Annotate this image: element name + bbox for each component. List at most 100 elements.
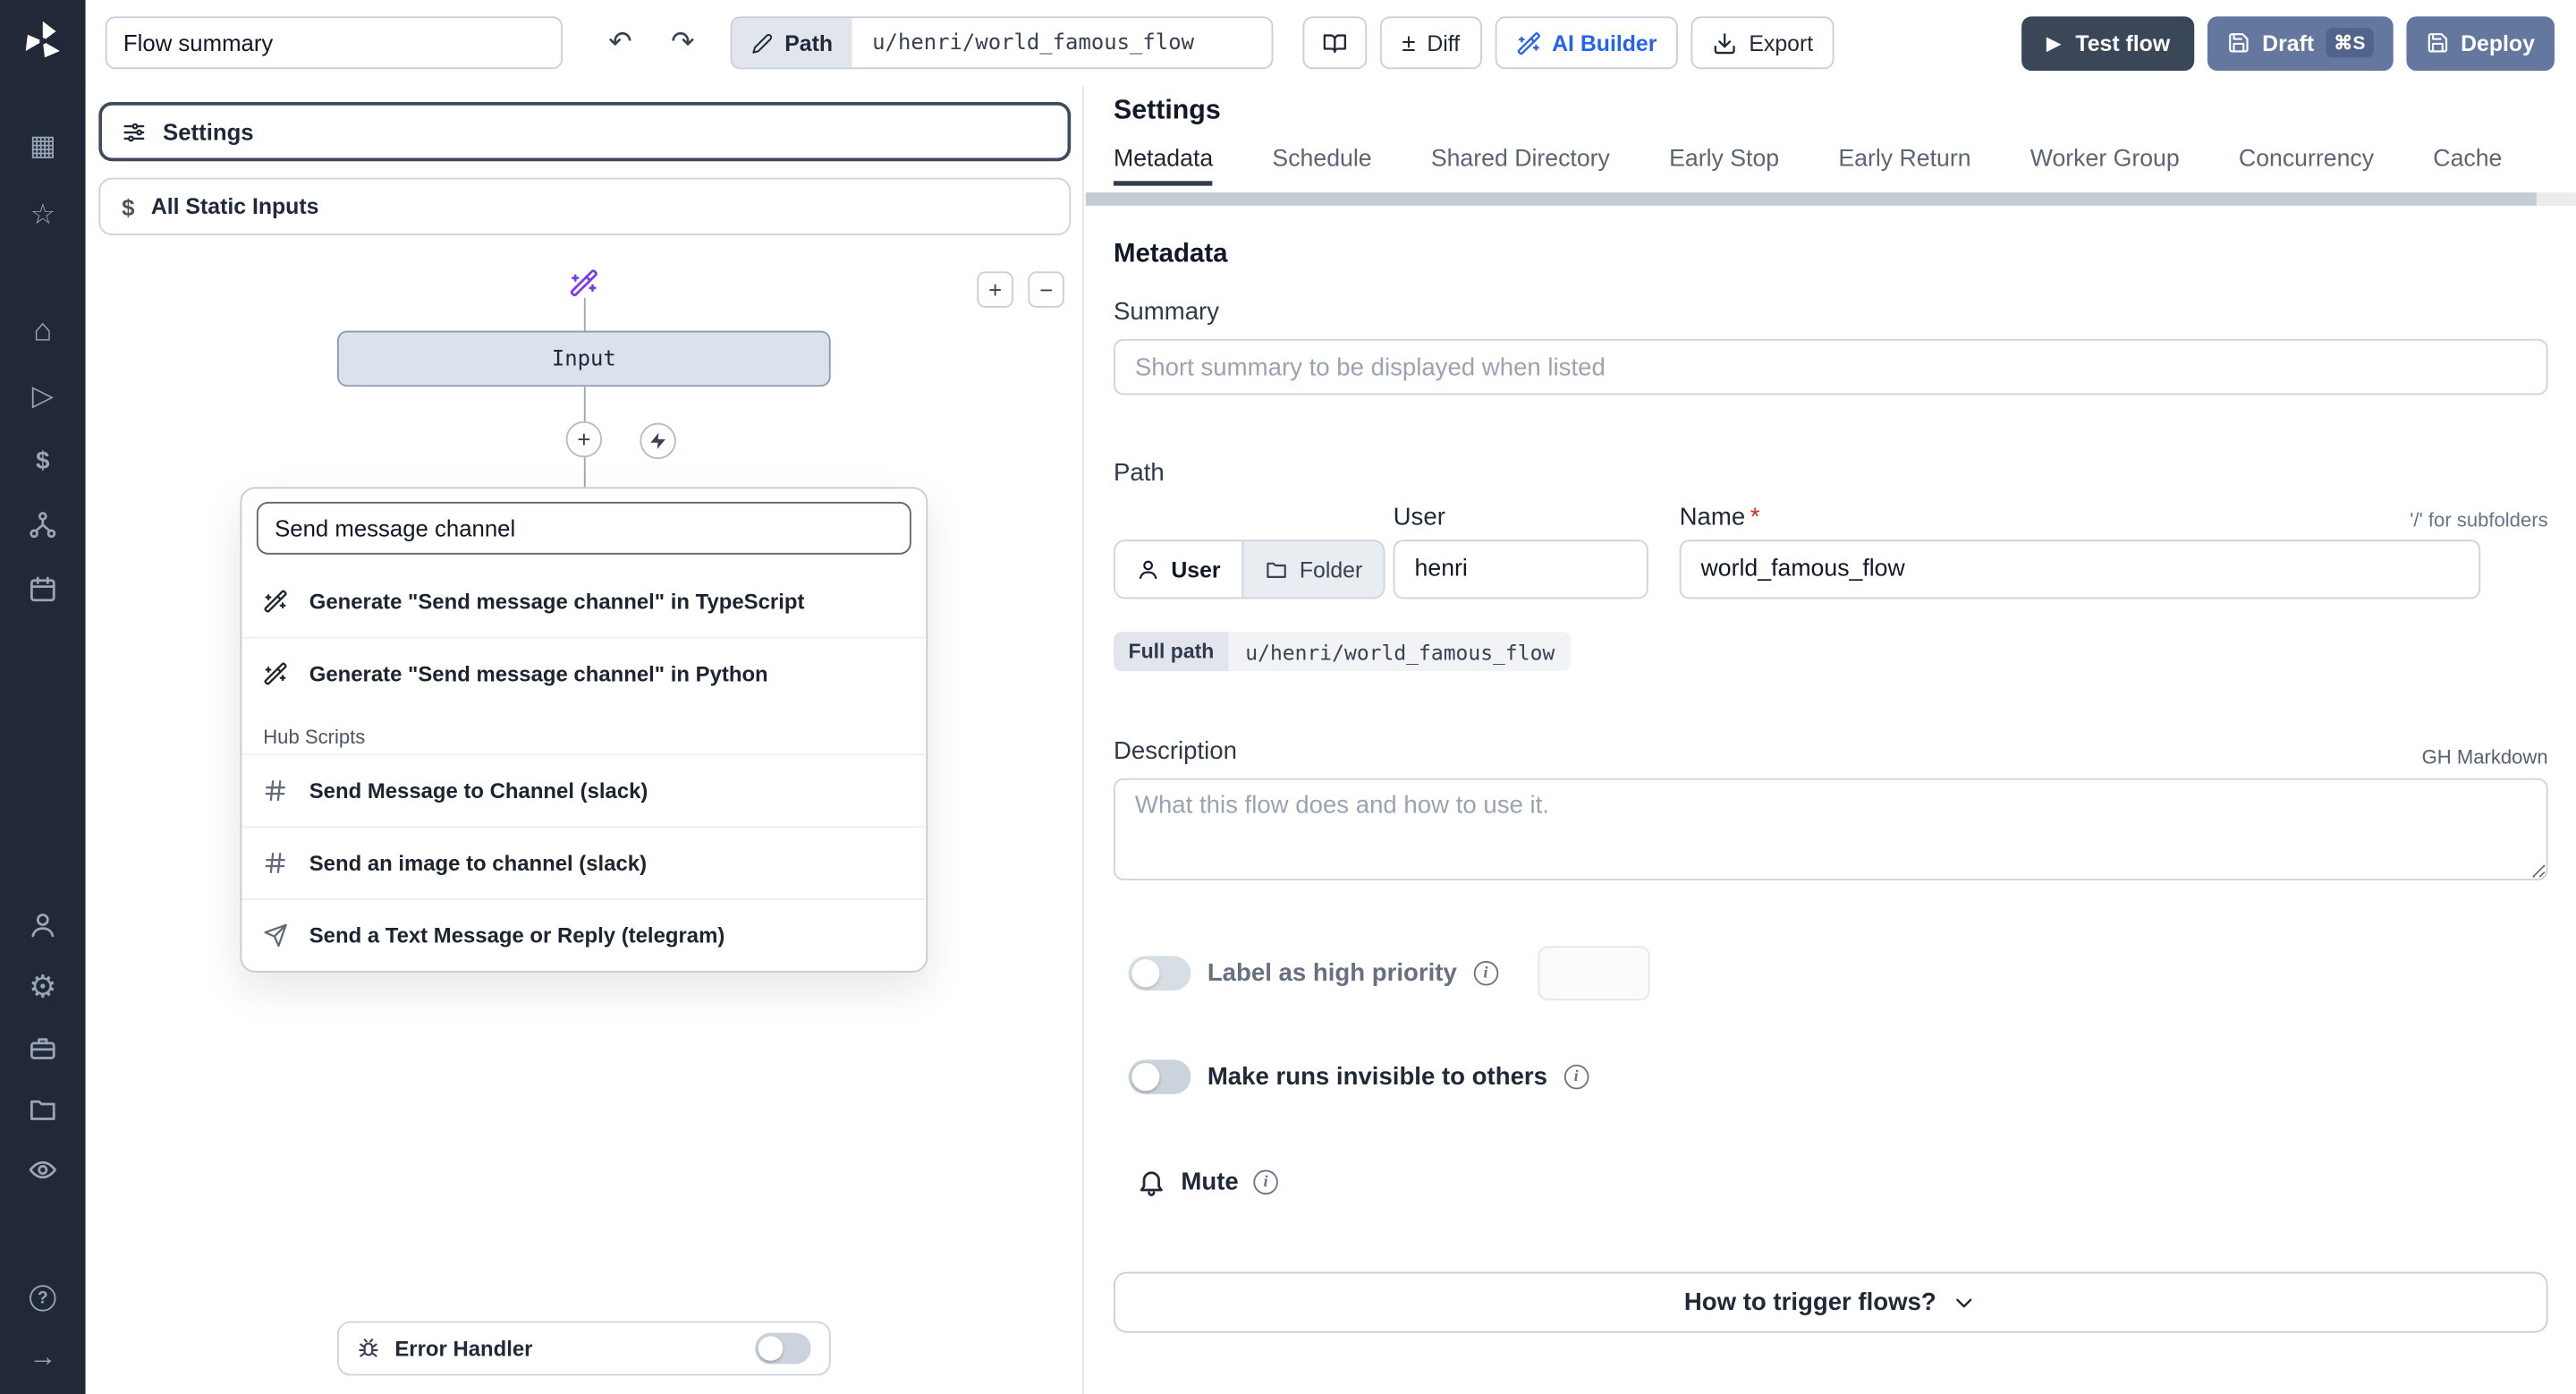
sidebar-item-runs[interactable]: ▷ [0, 377, 86, 416]
sidebar-item-workers[interactable] [0, 1028, 86, 1067]
tab-worker-group[interactable]: Worker Group [2030, 147, 2180, 186]
windmill-flow-editor: ▦ ☆ ⌂ ▷ $ ⚙ ? → ↶ ↷ [0, 0, 2576, 1394]
flow-settings-node[interactable]: Settings [98, 102, 1072, 162]
metadata-heading: Metadata [1114, 240, 1228, 268]
ai-builder-label: AI Builder [1552, 30, 1657, 55]
picker-option-label: Send a Text Message or Reply (telegram) [309, 922, 725, 948]
sidebar-item-folders[interactable] [0, 1089, 86, 1128]
sidebar-item-resources[interactable] [0, 506, 86, 545]
mute-row: Mute i [1137, 1167, 1278, 1196]
owner-kind-toggle: User Folder [1114, 540, 1385, 599]
tab-early-return[interactable]: Early Return [1838, 147, 1970, 186]
tab-schedule[interactable]: Schedule [1272, 147, 1371, 186]
draft-button[interactable]: Draft ⌘S [2207, 15, 2394, 71]
how-to-trigger-flows-button[interactable]: How to trigger flows? [1114, 1271, 2548, 1333]
tab-concurrency[interactable]: Concurrency [2239, 147, 2374, 186]
sidebar-item-favorites[interactable]: ☆ [0, 196, 86, 235]
windmill-logo-icon[interactable] [0, 16, 86, 62]
zoom-out-button[interactable]: − [1028, 271, 1064, 308]
docs-button[interactable] [1302, 16, 1368, 70]
add-trigger-button[interactable] [640, 422, 676, 460]
user-input[interactable] [1393, 540, 1648, 599]
tab-cache[interactable]: Cache [2433, 147, 2502, 186]
deploy-label: Deploy [2461, 30, 2535, 55]
user-column-label: User [1393, 503, 1445, 531]
person-icon [31, 914, 55, 938]
markdown-hint: GH Markdown [2421, 745, 2548, 769]
step-search-input[interactable] [256, 501, 911, 555]
path-editor[interactable]: Path u/henri/world_famous_flow [730, 16, 1274, 70]
flow-edge [583, 457, 586, 488]
sidebar-item-apps[interactable]: ▦ [0, 127, 86, 166]
summary-input[interactable] [1114, 338, 2548, 395]
flow-editor-panel: Settings $ All Static Inputs + − Input +… [85, 85, 1084, 1394]
test-flow-button[interactable]: ▶ Test flow [2021, 15, 2195, 71]
tab-shared-directory[interactable]: Shared Directory [1431, 147, 1610, 186]
pencil-icon [752, 33, 773, 53]
home-icon: ⌂ [33, 314, 53, 349]
sidebar-item-settings[interactable]: ⚙ [0, 967, 86, 1007]
owner-folder-segment[interactable]: Folder [1241, 541, 1385, 598]
picker-option-slack-message[interactable]: Send Message to Channel (slack) [242, 753, 927, 826]
sliders-icon [123, 122, 145, 141]
zoom-in-button[interactable]: + [977, 271, 1013, 308]
error-handler-toggle[interactable] [755, 1332, 811, 1364]
picker-option-generate-typescript[interactable]: Generate "Send message channel" in TypeS… [242, 565, 926, 637]
picker-option-telegram-message[interactable]: Send a Text Message or Reply (telegram) [242, 898, 927, 971]
tab-early-stop[interactable]: Early Stop [1669, 147, 1779, 186]
undo-button[interactable]: ↶ [596, 18, 645, 67]
invisible-runs-toggle[interactable] [1128, 1059, 1191, 1094]
sidebar-item-home[interactable]: ⌂ [0, 312, 86, 352]
draft-shortcut-badge: ⌘S [2326, 28, 2374, 58]
description-textarea[interactable] [1114, 778, 2548, 880]
eye-icon [29, 1160, 56, 1179]
export-button[interactable]: Export [1691, 16, 1835, 70]
owner-user-segment[interactable]: User [1114, 541, 1242, 598]
add-step-button[interactable]: + [565, 421, 603, 458]
picker-option-label: Generate "Send message channel" in Pytho… [309, 661, 768, 686]
tabs-scrollbar[interactable] [1085, 192, 2576, 206]
play-icon: ▶ [2046, 33, 2061, 54]
path-section-label: Path [1114, 459, 1165, 488]
ai-flow-wand-button[interactable] [569, 268, 598, 298]
gear-icon: ⚙ [29, 970, 57, 1005]
required-asterisk: * [1750, 503, 1760, 531]
tab-metadata[interactable]: Metadata [1114, 147, 1214, 186]
export-label: Export [1749, 30, 1814, 55]
static-inputs-node[interactable]: $ All Static Inputs [98, 177, 1072, 235]
priority-toggle[interactable] [1128, 956, 1191, 991]
invisible-runs-row: Make runs invisible to others i [1128, 1059, 1589, 1094]
input-node[interactable]: Input [336, 330, 831, 387]
slack-icon [265, 780, 285, 802]
sidebar-item-audit-logs[interactable] [0, 1150, 86, 1189]
priority-row: Label as high priority i [1128, 946, 1649, 1001]
path-value: u/henri/world_famous_flow [872, 30, 1194, 55]
hub-scripts-section-label: Hub Scripts [263, 725, 366, 749]
static-inputs-label: All Static Inputs [150, 194, 319, 219]
picker-option-generate-python[interactable]: Generate "Send message channel" in Pytho… [242, 636, 927, 710]
dollar-icon: $ [36, 446, 50, 475]
scrollbar-thumb[interactable] [1085, 192, 2536, 206]
diff-button[interactable]: ± Diff [1380, 16, 1482, 70]
star-icon: ☆ [30, 199, 55, 231]
flow-edge [583, 387, 586, 421]
redo-button[interactable]: ↷ [658, 18, 708, 67]
invisible-runs-label: Make runs invisible to others [1207, 1062, 1547, 1092]
priority-value-input[interactable] [1537, 946, 1649, 1001]
sidebar-item-help[interactable]: ? [0, 1279, 86, 1318]
summary-label: Summary [1114, 297, 1220, 327]
sidebar-item-variables[interactable]: $ [0, 441, 86, 480]
picker-option-slack-image[interactable]: Send an image to channel (slack) [242, 826, 927, 898]
deploy-button[interactable]: Deploy [2406, 15, 2555, 71]
error-handler-node[interactable]: Error Handler [336, 1321, 831, 1376]
name-input[interactable] [1679, 540, 2481, 599]
chevron-down-icon [1956, 1297, 1972, 1307]
sidebar-expand-button[interactable]: → [0, 1338, 86, 1377]
ai-builder-button[interactable]: AI Builder [1494, 16, 1679, 70]
diff-label: Diff [1427, 30, 1461, 55]
sidebar-item-account[interactable] [0, 905, 86, 944]
network-icon [30, 512, 56, 539]
flow-summary-input[interactable] [105, 16, 563, 70]
sidebar-item-schedules[interactable] [0, 569, 86, 608]
sidebar: ▦ ☆ ⌂ ▷ $ ⚙ ? → [0, 0, 86, 1394]
